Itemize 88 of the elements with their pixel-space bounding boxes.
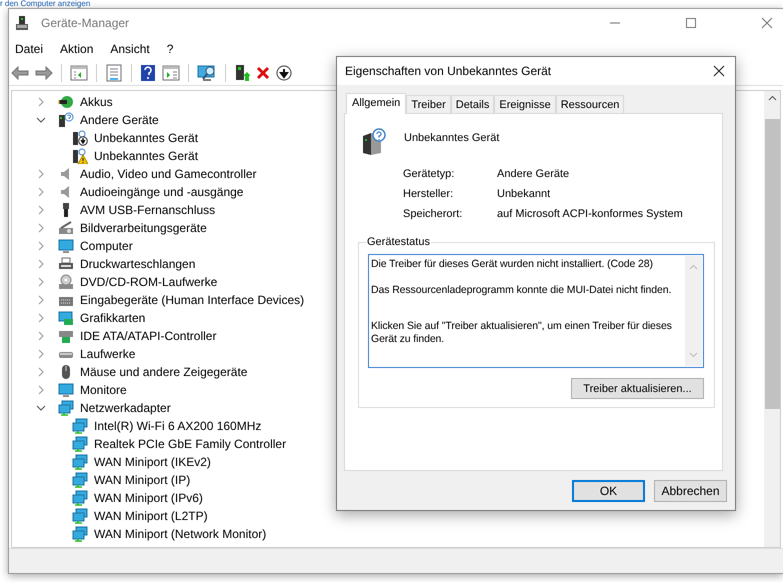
view-icon[interactable] bbox=[162, 65, 180, 81]
tree-item[interactable]: Monitore bbox=[80, 383, 127, 397]
tree-item[interactable]: WAN Miniport (Network Monitor) bbox=[94, 527, 266, 541]
tree-item[interactable]: Eingabegeräte (Human Interface Devices) bbox=[80, 293, 304, 307]
network-icon bbox=[58, 400, 74, 416]
tree-item[interactable]: WAN Miniport (IKEv2) bbox=[94, 455, 211, 469]
tree-item[interactable]: IDE ATA/ATAPI-Controller bbox=[80, 329, 216, 343]
tree-item[interactable]: WAN Miniport (IP) bbox=[94, 473, 190, 487]
scroll-up-icon[interactable] bbox=[768, 95, 776, 101]
monitor-icon bbox=[58, 238, 74, 254]
device-manager-icon bbox=[15, 15, 29, 31]
status-message: Klicken Sie auf "Treiber aktualisieren", um einen Treiber für dieses Gerät zu finden. bbox=[371, 320, 673, 346]
forward-icon[interactable] bbox=[35, 66, 53, 80]
graphics-card-icon bbox=[58, 310, 74, 326]
tree-item[interactable]: Unbekanntes Gerät bbox=[94, 149, 198, 163]
disc-drive-icon bbox=[58, 274, 74, 290]
network-icon bbox=[72, 490, 88, 506]
maximize-icon[interactable] bbox=[685, 17, 697, 29]
property-value: Unbekannt bbox=[497, 188, 550, 200]
dialog-button[interactable]: Abbrechen bbox=[654, 480, 727, 502]
tab[interactable]: Ressourcen bbox=[556, 95, 624, 113]
property-label: Hersteller: bbox=[403, 188, 454, 200]
tab[interactable]: Details bbox=[450, 95, 494, 113]
property-value: auf Microsoft ACPI-konformes System bbox=[497, 208, 683, 220]
tree-item[interactable]: Computer bbox=[80, 239, 133, 253]
tree-item[interactable]: Intel(R) Wi-Fi 6 AX200 160MHz bbox=[94, 419, 262, 433]
expand-chevron-icon[interactable] bbox=[36, 403, 46, 413]
network-icon bbox=[72, 508, 88, 524]
unknown-device-icon bbox=[362, 128, 386, 156]
property-label: Gerätetyp: bbox=[403, 168, 456, 180]
status-message: Die Treiber für dieses Gerät wurden nicht installiert. (Code 28) bbox=[371, 258, 654, 271]
controller-icon bbox=[58, 328, 74, 344]
tree-item[interactable]: Netzwerkadapter bbox=[80, 401, 171, 415]
tree-item[interactable]: Akkus bbox=[80, 95, 113, 109]
tree-item[interactable]: Bildverarbeitungsgeräte bbox=[80, 221, 207, 235]
tree-item[interactable]: Realtek PCIe GbE Family Controller bbox=[94, 437, 286, 451]
tree-item[interactable]: WAN Miniport (IPv6) bbox=[94, 491, 203, 505]
window-title: Geräte-Manager bbox=[41, 16, 130, 30]
network-icon bbox=[72, 526, 88, 542]
tree-item[interactable]: Unbekanntes Gerät bbox=[94, 131, 198, 145]
printer-icon bbox=[58, 256, 74, 272]
dialog-button[interactable]: OK bbox=[572, 480, 645, 502]
status-message: Das Ressourcenladeprogramm konnte die MUI-Datei nicht finden. bbox=[371, 284, 672, 297]
tab[interactable]: Ereignisse bbox=[494, 95, 556, 113]
tree-item[interactable]: Andere Geräte bbox=[80, 113, 159, 127]
group-legend: Gerätestatus bbox=[366, 236, 431, 248]
properties-icon[interactable] bbox=[105, 64, 123, 82]
monitor-icon bbox=[58, 382, 74, 398]
unknown-device-icon bbox=[72, 130, 88, 146]
tree-item[interactable]: Audio, Video und Gamecontroller bbox=[80, 167, 257, 181]
scan-hardware-icon[interactable] bbox=[197, 64, 217, 82]
unknown-device-icon bbox=[58, 112, 74, 128]
disable-device-icon[interactable] bbox=[276, 65, 292, 81]
menu-item[interactable]: Ansicht bbox=[110, 42, 150, 56]
warning-device-icon bbox=[72, 148, 88, 164]
back-icon[interactable] bbox=[11, 66, 29, 80]
update-driver-button[interactable]: Treiber aktualisieren... bbox=[571, 378, 704, 399]
tree-item[interactable]: Grafikkarten bbox=[80, 311, 146, 325]
network-icon bbox=[72, 454, 88, 470]
tree-item[interactable]: DVD/CD-ROM-Laufwerke bbox=[80, 275, 218, 289]
help-icon[interactable] bbox=[140, 64, 156, 82]
scanner-icon bbox=[58, 220, 74, 236]
scrollbar[interactable] bbox=[764, 91, 780, 547]
menu-item[interactable]: Datei bbox=[15, 42, 44, 56]
delete-icon[interactable] bbox=[256, 66, 270, 80]
tree-item[interactable]: AVM USB-Fernanschluss bbox=[80, 203, 216, 217]
tree-item[interactable]: Mäuse und andere Zeigegeräte bbox=[80, 365, 248, 379]
network-icon bbox=[72, 418, 88, 434]
expand-chevron-icon[interactable] bbox=[36, 115, 46, 125]
close-icon[interactable] bbox=[713, 65, 725, 77]
tree-item[interactable]: Druckwarteschlangen bbox=[80, 257, 196, 271]
background-text: r den Computer anzeigen bbox=[0, 0, 90, 8]
tree-item[interactable]: Audioeingänge und -ausgänge bbox=[80, 185, 244, 199]
property-label: Speicherort: bbox=[403, 208, 464, 220]
tree-item[interactable]: Laufwerke bbox=[80, 347, 136, 361]
tree-item[interactable]: WAN Miniport (L2TP) bbox=[94, 509, 208, 523]
tab[interactable]: Treiber bbox=[406, 95, 451, 113]
dialog-title: Eigenschaften von Unbekanntes Gerät bbox=[345, 64, 552, 78]
menu-item[interactable]: Aktion bbox=[60, 42, 94, 56]
network-icon bbox=[72, 472, 88, 488]
network-icon bbox=[72, 436, 88, 452]
property-value: Andere Geräte bbox=[497, 168, 570, 180]
update-driver-icon[interactable] bbox=[234, 64, 250, 82]
tab[interactable]: Allgemein bbox=[346, 93, 406, 114]
console-tree-icon[interactable] bbox=[70, 65, 88, 81]
menu-item[interactable]: ? bbox=[166, 42, 174, 56]
device-name: Unbekanntes Gerät bbox=[404, 132, 500, 144]
battery-icon bbox=[58, 94, 74, 110]
